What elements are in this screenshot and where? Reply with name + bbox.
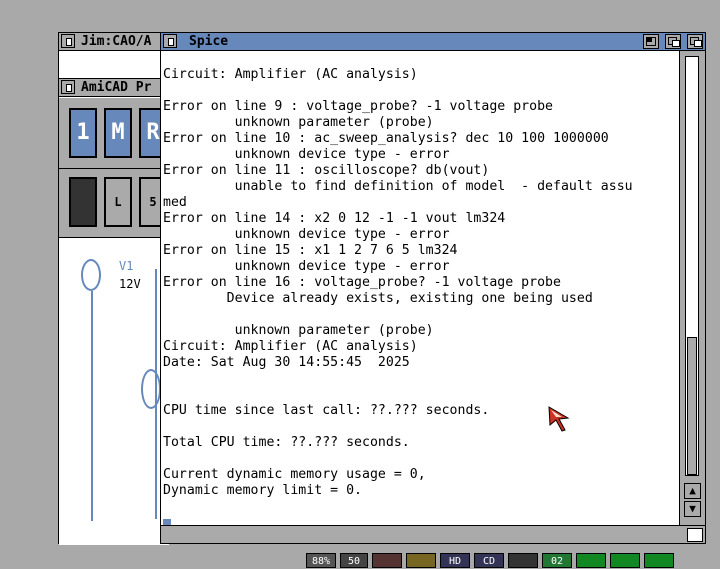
output-line: Error on line 16 : voltage_probe? -1 vol… [163, 275, 561, 290]
iconify-icon[interactable] [665, 34, 681, 49]
spice-window-title: Spice [189, 34, 229, 49]
scroll-down-button[interactable]: ▼ [684, 501, 701, 517]
output-line: CPU time since last call: ??.??? seconds… [163, 403, 490, 418]
status-indicator [508, 553, 538, 568]
jim-titlebar[interactable]: Jim:CAO/A [59, 33, 167, 51]
status-indicator [406, 553, 436, 568]
voltage-source-symbol[interactable] [81, 259, 101, 291]
close-icon[interactable] [61, 80, 75, 94]
output-line: Date: Sat Aug 30 14:55:45 2025 [163, 355, 410, 370]
toolbar-label: 1 [76, 120, 90, 145]
output-line: Circuit: Amplifier (AC analysis) [163, 339, 418, 354]
output-line: unknown device type - error [163, 259, 450, 274]
output-line: Device already exists, existing one bein… [163, 291, 593, 306]
wire [91, 291, 93, 521]
close-icon[interactable] [61, 34, 75, 48]
status-indicator [372, 553, 402, 568]
scrollbar-knob[interactable] [687, 337, 697, 475]
status-indicator: 50 [340, 553, 368, 568]
amicad-toolbar-row2: L 5 [59, 169, 169, 238]
wire-tool-button[interactable]: 1 [69, 108, 97, 158]
spice-window[interactable]: Spice Circuit: Amplifier (AC analysis) E… [160, 32, 706, 544]
component-symbol [141, 369, 161, 409]
output-line: Error on line 14 : x2 0 12 -1 -1 vout lm… [163, 211, 506, 226]
output-line: Error on line 9 : voltage_probe? -1 volt… [163, 99, 554, 114]
toolbar-label: R [146, 120, 160, 145]
output-line: unable to find definition of model - def… [163, 179, 633, 194]
status-indicator: 02 [542, 553, 572, 568]
output-line: Current dynamic memory usage = 0, [163, 467, 426, 482]
status-indicator [610, 553, 640, 568]
component-name: V1 [119, 259, 134, 273]
spice-titlebar[interactable]: Spice [161, 33, 705, 51]
bottom-border [161, 525, 705, 543]
output-line: unknown parameter (probe) [163, 323, 434, 338]
component-tool-button[interactable] [69, 177, 97, 227]
scrollbar-track[interactable] [685, 56, 699, 476]
mouse-pointer-icon [548, 406, 570, 432]
output-line: unknown parameter (probe) [163, 115, 434, 130]
resize-icon[interactable] [687, 528, 703, 542]
amicad-toolbar-row1: 1 M R [59, 98, 169, 169]
output-line: Error on line 10 : ac_sweep_analysis? de… [163, 131, 609, 146]
amicad-titlebar[interactable]: AmiCAD Pr [59, 79, 167, 97]
component-value: 12V [119, 277, 141, 291]
vertical-scrollbar[interactable]: ▲ ▼ [679, 51, 705, 527]
scroll-up-button[interactable]: ▲ [684, 483, 701, 499]
output-line: Dynamic memory limit = 0. [163, 483, 362, 498]
close-icon[interactable] [163, 34, 177, 48]
output-line: Total CPU time: ??.??? seconds. [163, 435, 410, 450]
output-line: unknown device type - error [163, 227, 450, 242]
status-indicator [644, 553, 674, 568]
chevron-up-icon: ▲ [689, 484, 696, 497]
toolbar-label: 5 [149, 195, 157, 209]
depth-icon[interactable] [687, 34, 703, 49]
output-line: med [163, 195, 187, 210]
status-indicator: HD [440, 553, 470, 568]
output-line: Circuit: Amplifier (AC analysis) [163, 67, 418, 82]
output-line: unknown device type - error [163, 147, 450, 162]
status-indicator [576, 553, 606, 568]
schematic-canvas[interactable]: V1 12V [59, 239, 169, 545]
output-line: Error on line 11 : oscilloscope? db(vout… [163, 163, 490, 178]
amicad-window-title: AmiCAD Pr [81, 80, 152, 95]
amicad-window[interactable]: AmiCAD Pr 1 M R L 5 V1 12V [58, 78, 169, 545]
move-tool-button[interactable]: M [104, 108, 132, 158]
status-indicator: 88% [306, 553, 336, 568]
chevron-down-icon: ▼ [689, 502, 696, 515]
zoom-icon[interactable] [643, 34, 659, 49]
toolbar-label: M [111, 120, 125, 145]
output-line: Error on line 15 : x1 1 2 7 6 5 lm324 [163, 243, 458, 258]
status-indicator: CD [474, 553, 504, 568]
label-tool-button[interactable]: L [104, 177, 132, 227]
toolbar-label: L [114, 195, 122, 209]
jim-window-title: Jim:CAO/A [81, 34, 152, 49]
spice-output: Circuit: Amplifier (AC analysis) Error o… [163, 67, 643, 499]
